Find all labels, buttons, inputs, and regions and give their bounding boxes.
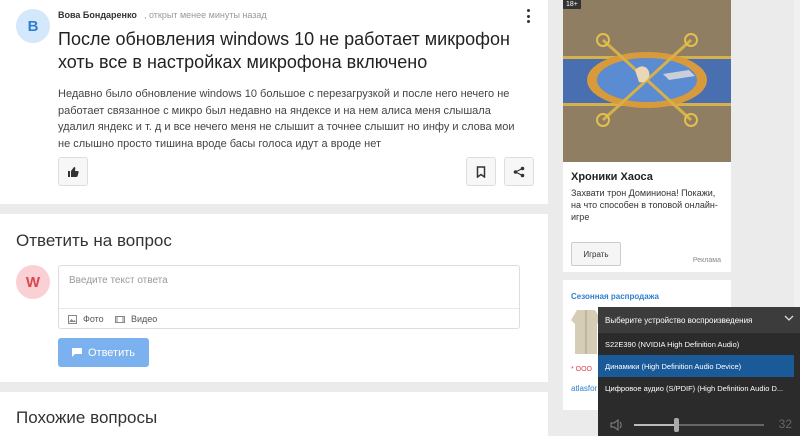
question-title: После обновления windows 10 не работает … (58, 29, 510, 72)
age-rating-badge: 18+ (563, 0, 581, 9)
question-meta: , открыт менее минуты назад (144, 10, 267, 20)
answer-textarea[interactable]: Введите текст ответа Фото Видео (58, 265, 520, 329)
photo-icon (68, 314, 77, 324)
attach-photo-button[interactable]: Фото (68, 314, 104, 324)
video-icon (115, 315, 125, 323)
audio-device-panel: Выберите устройство воспроизведения S22E… (598, 307, 800, 436)
game-ad-image[interactable]: 18+ (563, 0, 731, 162)
user-avatar: W (16, 265, 50, 299)
game-ad[interactable]: 18+ Хроники Хаоса Захвати трон Доминиона… (563, 0, 731, 272)
volume-control: 32 (598, 415, 800, 435)
ad-label: Реклама (692, 257, 721, 264)
video-label: Видео (131, 314, 158, 324)
play-button[interactable]: Играть (571, 242, 621, 266)
submit-answer-button[interactable]: Ответить (58, 338, 149, 367)
submit-answer-label: Ответить (87, 346, 136, 359)
attach-video-button[interactable]: Видео (115, 314, 157, 324)
question-body: Недавно было обновление windows 10 больш… (58, 88, 515, 150)
question-card: В Вова Бондаренко , открыт менее минуты … (0, 0, 548, 204)
audio-device-option-selected[interactable]: Динамики (High Definition Audio Device) (598, 355, 794, 377)
speaker-icon[interactable] (610, 419, 624, 431)
game-ad-description: Захвати трон Доминиона! Покажи, на что с… (571, 188, 718, 222)
audio-panel-header[interactable]: Выберите устройство воспроизведения (598, 307, 800, 333)
author-avatar[interactable]: В (16, 9, 50, 43)
game-art-image (563, 0, 731, 162)
audio-device-option[interactable]: Цифровое аудио (S/PDIF) (High Definition… (598, 377, 794, 399)
sale-ad-link[interactable]: atlasfor (571, 384, 597, 393)
volume-slider-thumb[interactable] (673, 418, 679, 432)
more-options-icon[interactable] (525, 9, 531, 23)
audio-panel-title: Выберите устройство воспроизведения (605, 315, 753, 325)
like-button[interactable] (58, 157, 88, 186)
photo-label: Фото (83, 314, 104, 324)
bookmark-button[interactable] (466, 157, 496, 186)
reply-heading: Ответить на вопрос (16, 231, 172, 250)
game-ad-title[interactable]: Хроники Хаоса (571, 171, 653, 183)
share-icon (513, 166, 525, 177)
page-scrollbar[interactable] (794, 0, 800, 307)
bookmark-icon (476, 165, 486, 178)
chevron-down-icon (784, 315, 794, 321)
answer-placeholder: Введите текст ответа (69, 275, 168, 286)
comment-icon (71, 348, 82, 357)
seller-text: * ООО (571, 366, 593, 373)
thumbs-up-icon (68, 166, 79, 177)
similar-heading: Похожие вопросы (16, 408, 158, 427)
audio-device-option[interactable]: S22E390 (NVIDIA High Definition Audio) (598, 333, 794, 355)
volume-fill (634, 424, 676, 426)
author-name[interactable]: Вова Бондаренко (58, 10, 137, 20)
share-button[interactable] (504, 157, 534, 186)
sale-ad-title[interactable]: Сезонная распродажа (571, 292, 659, 301)
volume-value: 32 (778, 417, 792, 431)
